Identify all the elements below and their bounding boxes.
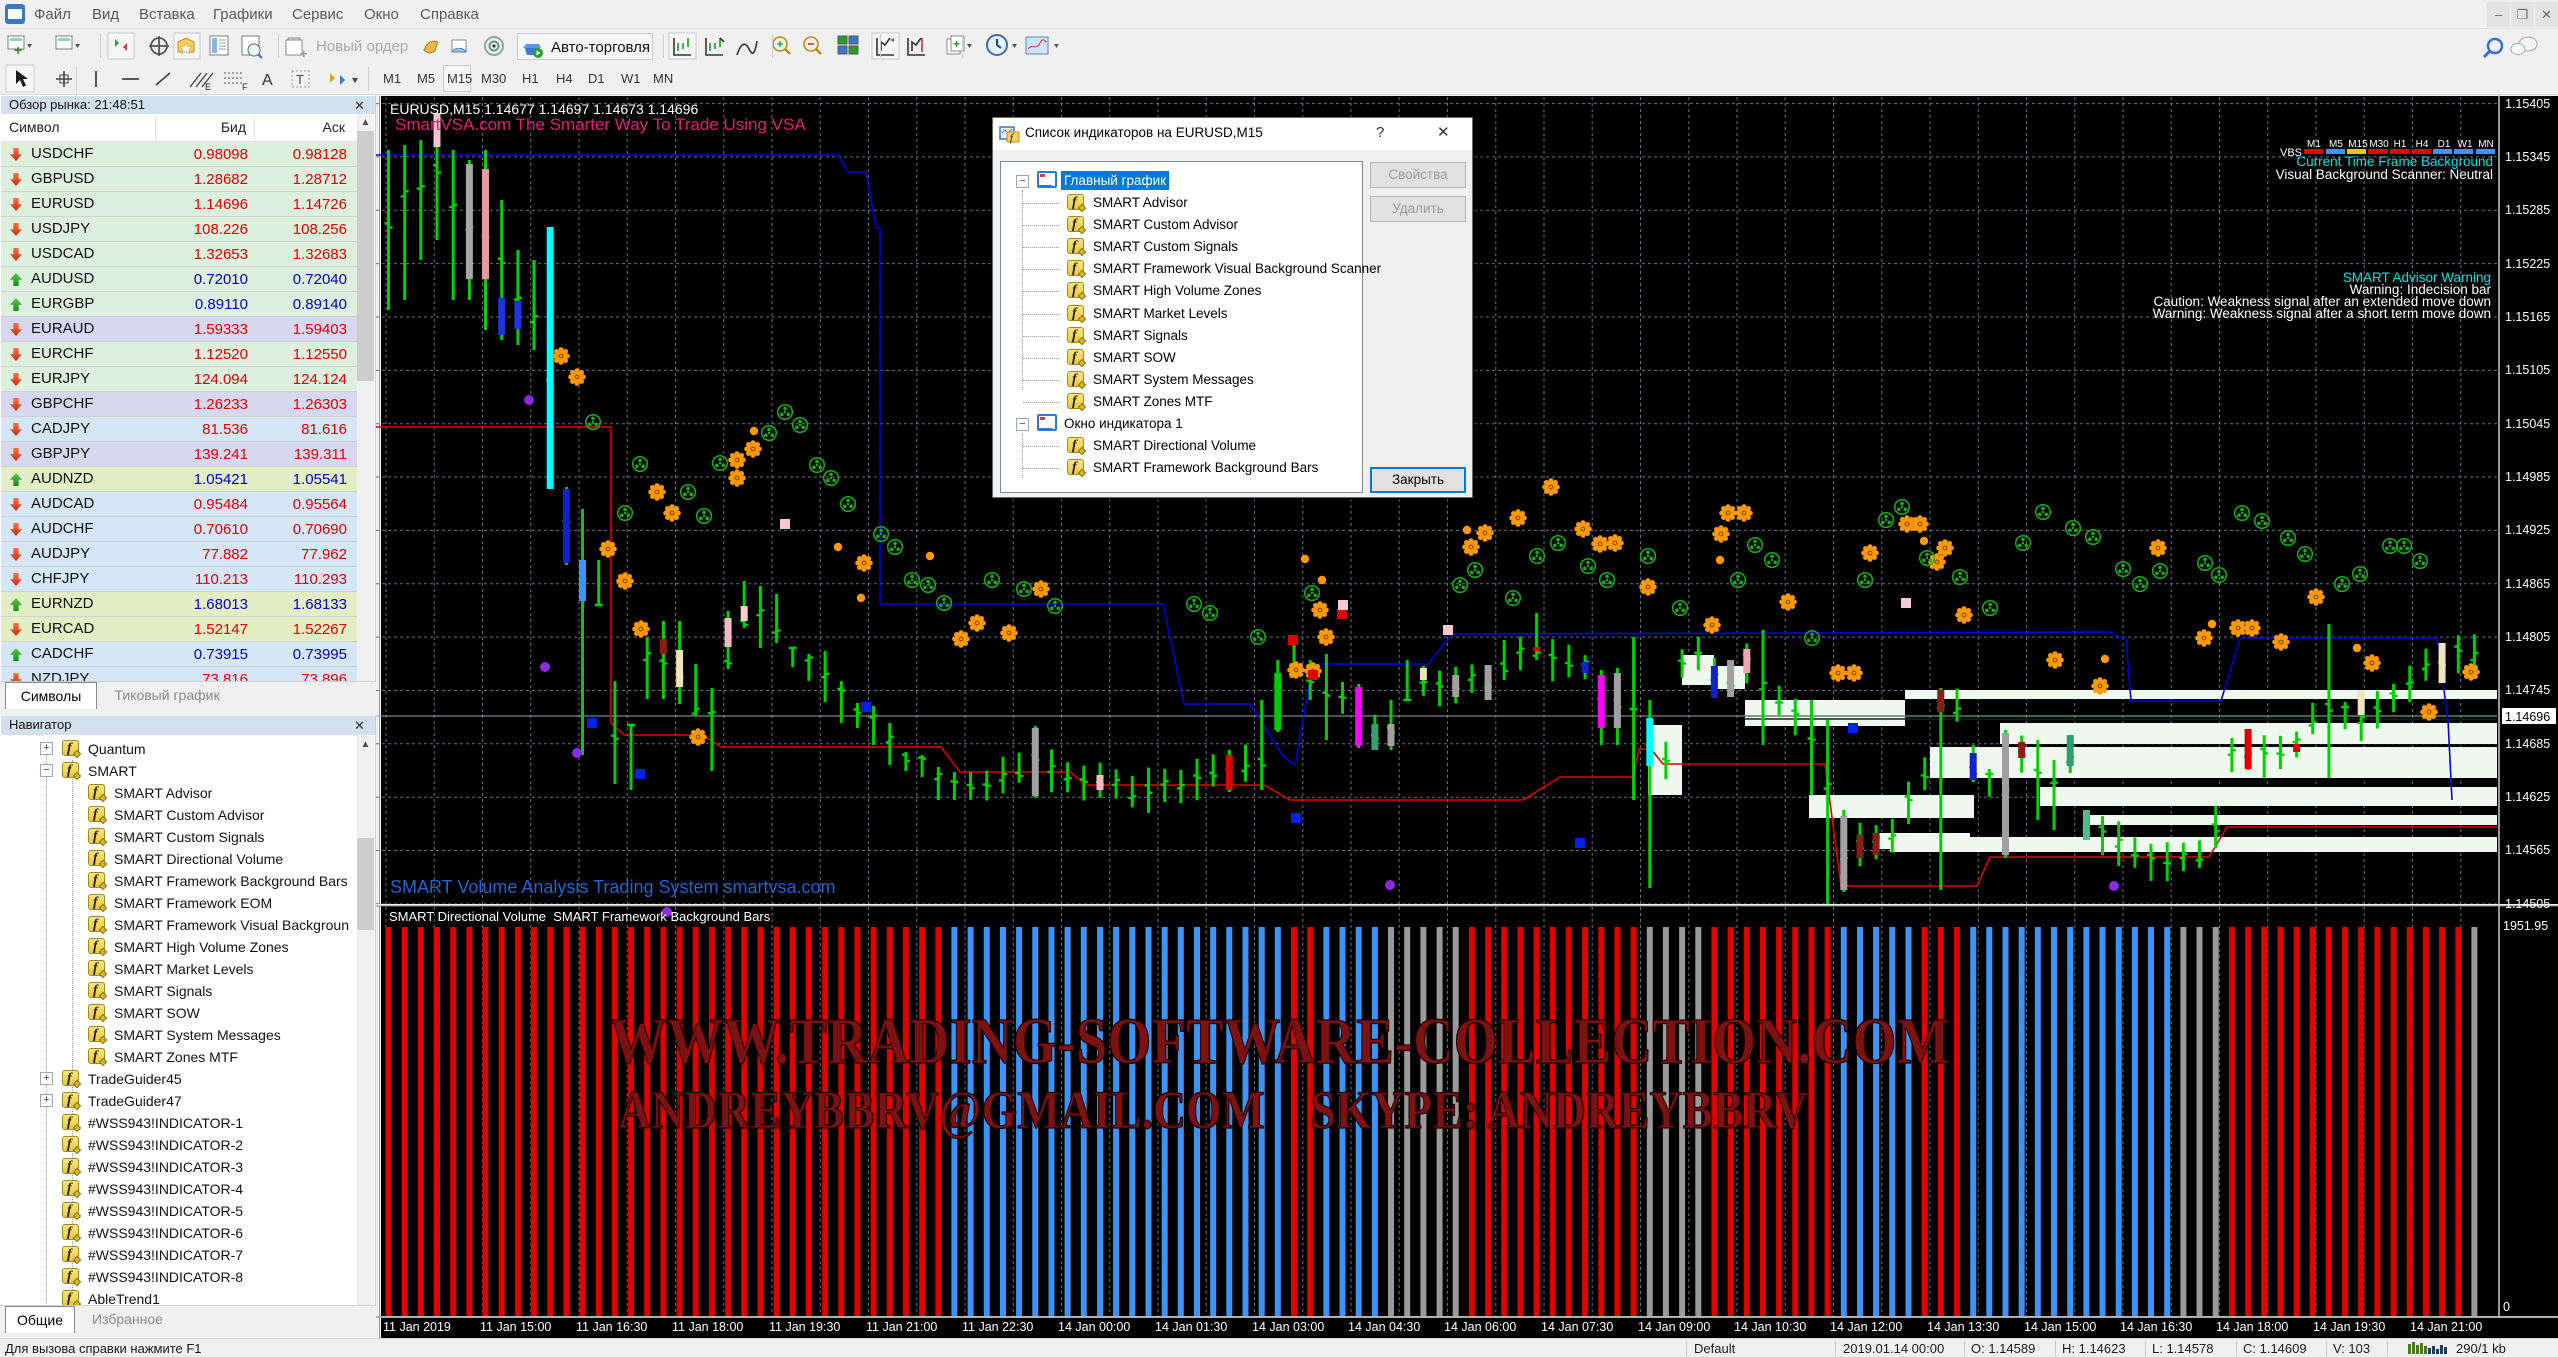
svg-text:1.14565: 1.14565 [2505,843,2550,857]
svg-text:A: A [262,72,273,89]
svg-text:1.14505: 1.14505 [2505,897,2550,911]
svg-text:0: 0 [2503,1300,2510,1314]
svg-text:Warning: Weakness signal after: Warning: Weakness signal after a short t… [2153,306,2491,321]
svg-text:1.14985: 1.14985 [2505,470,2550,484]
svg-text:1.15405: 1.15405 [2505,97,2550,111]
svg-text:SMART Directional Volume SMAR: SMART Directional Volume SMART Framework… [389,909,771,924]
svg-text:1.14625: 1.14625 [2505,790,2550,804]
svg-text:14 Jan 00:00: 14 Jan 00:00 [1058,1320,1130,1334]
svg-text:14 Jan 04:30: 14 Jan 04:30 [1348,1320,1420,1334]
svg-text:14 Jan 09:00: 14 Jan 09:00 [1638,1320,1710,1334]
svg-text:1.15285: 1.15285 [2505,203,2550,217]
svg-text:1.15045: 1.15045 [2505,417,2550,431]
svg-text:1951.95: 1951.95 [2503,919,2548,933]
svg-text:ANDREYBBRV@GMAIL.COM SKYPE:: ANDREYBBRV@GMAIL.COM SKYPE: ANDREYBBRV [618,1080,1808,1140]
svg-text:11 Jan 19:30: 11 Jan 19:30 [769,1320,840,1334]
svg-text:14 Jan 12:00: 14 Jan 12:00 [1830,1320,1902,1334]
svg-text:14 Jan 10:30: 14 Jan 10:30 [1734,1320,1806,1334]
svg-text:1.15345: 1.15345 [2505,150,2550,164]
svg-text:14 Jan 07:30: 14 Jan 07:30 [1541,1320,1613,1334]
svg-text:11 Jan 2019: 11 Jan 2019 [383,1320,451,1334]
svg-text:1.15165: 1.15165 [2505,310,2550,324]
svg-text:14 Jan 13:30: 14 Jan 13:30 [1927,1320,1999,1334]
svg-text:W1: W1 [2458,139,2473,150]
svg-text:SmartVSA.com The Smarter Way T: SmartVSA.com The Smarter Way To Trade Us… [395,115,806,134]
svg-text:1.14805: 1.14805 [2505,630,2550,644]
svg-text:14 Jan 19:30: 14 Jan 19:30 [2313,1320,2385,1334]
svg-text:14 Jan 15:00: 14 Jan 15:00 [2024,1320,2096,1334]
svg-text:1.14745: 1.14745 [2505,683,2550,697]
svg-text:1.14696: 1.14696 [2505,710,2550,724]
svg-text:WWW.TRADING-SOFTWARE-COLLECTIO: WWW.TRADING-SOFTWARE-COLLECTION.COM [610,1005,1950,1078]
svg-text:11 Jan 16:30: 11 Jan 16:30 [576,1320,647,1334]
svg-text:14 Jan 06:00: 14 Jan 06:00 [1444,1320,1516,1334]
svg-text:Visual Background Scanner: Neu: Visual Background Scanner: Neutral [2276,167,2493,182]
svg-text:1.14685: 1.14685 [2505,737,2550,751]
svg-text:14 Jan 18:00: 14 Jan 18:00 [2216,1320,2288,1334]
svg-text:Новый ордер: Новый ордер [316,38,408,55]
svg-text:M30: M30 [2369,139,2389,150]
svg-text:14 Jan 16:30: 14 Jan 16:30 [2120,1320,2192,1334]
svg-text:11 Jan 15:00: 11 Jan 15:00 [480,1320,551,1334]
svg-text:H1: H1 [2394,139,2407,150]
svg-text:MN: MN [2478,139,2494,150]
svg-text:11 Jan 21:00: 11 Jan 21:00 [866,1320,937,1334]
svg-text:+: + [953,37,960,51]
svg-text:F: F [242,82,248,92]
svg-text:1.15105: 1.15105 [2505,363,2550,377]
svg-text:H4: H4 [2416,139,2429,150]
svg-text:M1: M1 [2307,139,2321,150]
svg-text:D1: D1 [2438,139,2451,150]
svg-text:SMART Volume Analysis Trading: SMART Volume Analysis Trading System sma… [390,877,836,897]
svg-text:14 Jan 03:00: 14 Jan 03:00 [1252,1320,1324,1334]
svg-text:E: E [205,82,211,92]
svg-text:11 Jan 18:00: 11 Jan 18:00 [672,1320,743,1334]
svg-text:1.14865: 1.14865 [2505,577,2550,591]
svg-text:+: + [14,42,22,58]
svg-text:+: + [300,46,308,61]
svg-text:M5: M5 [2329,139,2343,150]
svg-text:14 Jan 01:30: 14 Jan 01:30 [1155,1320,1227,1334]
svg-text:T: T [296,72,304,87]
svg-text:14 Jan 21:00: 14 Jan 21:00 [2410,1320,2482,1334]
svg-text:11 Jan 22:30: 11 Jan 22:30 [962,1320,1033,1334]
svg-text:1.15225: 1.15225 [2505,257,2550,271]
svg-text:M15: M15 [2348,139,2368,150]
svg-text:1.14925: 1.14925 [2505,523,2550,537]
